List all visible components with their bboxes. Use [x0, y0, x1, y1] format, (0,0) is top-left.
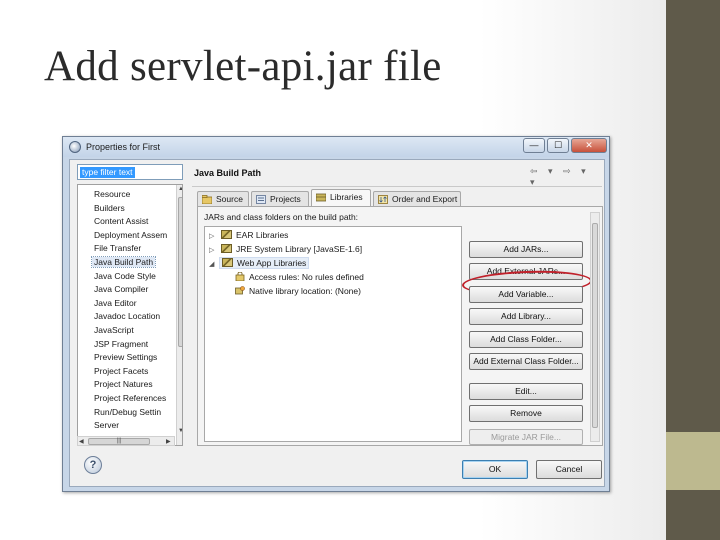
sidebar-item[interactable]: Java Compiler	[94, 284, 148, 294]
sidebar-item[interactable]: Java Build Path	[90, 256, 157, 268]
dialog-client-area: type filter text ▲ ▼ Resource Builders Con…	[69, 159, 605, 487]
collapse-icon[interactable]: ◢	[209, 260, 214, 268]
nav-vertical-scrollbar[interactable]: ▲ ▼	[176, 185, 182, 445]
cancel-button[interactable]: Cancel	[536, 460, 602, 479]
sidebar-item[interactable]: Run/Debug Settin	[94, 407, 161, 417]
sidebar-item[interactable]: Builders	[94, 203, 125, 213]
ok-button[interactable]: OK	[462, 460, 528, 479]
sidebar-item[interactable]: Resource	[94, 189, 130, 199]
dialog-titlebar[interactable]: Properties for First — ☐ ✕	[63, 137, 609, 157]
library-child-label: Access rules: No rules defined	[249, 272, 364, 282]
filter-placeholder: type filter text	[80, 167, 135, 178]
scroll-left-arrow-icon[interactable]: ◀	[79, 438, 84, 445]
tab-order-and-export[interactable]: Order and Export	[373, 191, 461, 207]
panel-vertical-scrollbar[interactable]	[590, 212, 600, 442]
slide-side-bar-accent	[666, 432, 720, 490]
library-icon	[221, 230, 232, 239]
scroll-up-arrow-icon[interactable]: ▲	[178, 186, 182, 192]
sidebar-item[interactable]: Server	[94, 420, 119, 430]
sidebar-item[interactable]: JavaScript	[94, 325, 134, 335]
order-export-icon	[378, 195, 388, 204]
projects-icon	[256, 195, 266, 204]
scroll-down-arrow-icon[interactable]: ▼	[178, 428, 182, 434]
properties-dialog: Properties for First — ☐ ✕ type filter t…	[62, 136, 610, 492]
sidebar-item[interactable]: Java Editor	[94, 298, 137, 308]
sidebar-item[interactable]: Content Assist	[94, 216, 148, 226]
header-separator	[192, 186, 602, 187]
expand-icon[interactable]: ▷	[209, 246, 214, 254]
edit-button[interactable]: Edit...	[469, 383, 583, 400]
minimize-button[interactable]: —	[523, 138, 545, 153]
tab-label: Source	[216, 194, 243, 204]
tab-label: Libraries	[330, 192, 363, 202]
migrate-jar-file-button[interactable]: Migrate JAR File...	[469, 429, 583, 445]
expand-icon[interactable]: ▷	[209, 232, 214, 240]
sidebar-item[interactable]: JSP Fragment	[94, 339, 148, 349]
tab-libraries[interactable]: Libraries	[311, 189, 371, 207]
source-folder-icon	[202, 195, 212, 204]
maximize-button[interactable]: ☐	[547, 138, 569, 153]
filter-input[interactable]: type filter text	[77, 164, 183, 180]
dialog-title: Properties for First	[86, 142, 161, 152]
add-library-button[interactable]: Add Library...	[469, 308, 583, 325]
sidebar-item[interactable]: Java Code Style	[94, 271, 156, 281]
library-child-label: Native library location: (None)	[249, 286, 361, 296]
list-item[interactable]: EAR Libraries	[221, 230, 288, 240]
add-jars-button[interactable]: Add JARs...	[469, 241, 583, 258]
nav-scroll-thumb[interactable]	[178, 197, 182, 347]
libraries-tab-panel: JARs and class folders on the build path…	[197, 206, 603, 446]
slide-title: Add servlet-api.jar file	[44, 43, 442, 90]
page-title: Java Build Path	[194, 168, 262, 178]
sidebar-item[interactable]: Project Natures	[94, 379, 153, 389]
slide-side-bar-bottom	[666, 490, 720, 540]
sidebar-item[interactable]: Javadoc Location	[94, 311, 160, 321]
sidebar-item[interactable]: Deployment Assem	[94, 230, 167, 240]
panel-scroll-thumb[interactable]	[592, 223, 598, 428]
list-item[interactable]: Access rules: No rules defined	[235, 272, 364, 282]
panel-label: JARs and class folders on the build path…	[204, 212, 359, 222]
access-rules-icon	[235, 272, 245, 281]
sidebar-item[interactable]: Preview Settings	[94, 352, 157, 362]
close-button[interactable]: ✕	[571, 138, 607, 153]
nav-horizontal-scrollbar[interactable]: ◀ ||| ▶	[77, 436, 175, 446]
library-icon	[221, 244, 232, 253]
nav-hscroll-thumb[interactable]: |||	[88, 438, 150, 445]
page-navigation-arrows[interactable]: ⇦ ▾ ⇨ ▾ ▾	[530, 166, 604, 188]
add-external-class-folder-button[interactable]: Add External Class Folder...	[469, 353, 583, 370]
sidebar-item[interactable]: Project Facets	[94, 366, 148, 376]
slide-side-bar-top	[666, 0, 720, 432]
tab-source[interactable]: Source	[197, 191, 249, 207]
library-icon	[316, 193, 326, 202]
add-variable-button[interactable]: Add Variable...	[469, 286, 583, 303]
tab-label: Projects	[270, 194, 301, 204]
sidebar-item[interactable]: File Transfer	[94, 243, 141, 253]
list-item[interactable]: Web App Libraries	[219, 257, 310, 269]
library-label: EAR Libraries	[236, 230, 289, 240]
library-label: Web App Libraries	[237, 258, 307, 268]
tab-label: Order and Export	[392, 194, 458, 204]
native-library-icon	[235, 286, 245, 295]
sidebar-item[interactable]: Project References	[94, 393, 166, 403]
add-class-folder-button[interactable]: Add Class Folder...	[469, 331, 583, 348]
build-path-list[interactable]: ▷ EAR Libraries ▷ JRE System Library [Ja…	[204, 226, 462, 442]
scroll-right-arrow-icon[interactable]: ▶	[166, 438, 171, 445]
remove-button[interactable]: Remove	[469, 405, 583, 422]
tab-projects[interactable]: Projects	[251, 191, 309, 207]
library-label: JRE System Library [JavaSE-1.6]	[236, 244, 363, 254]
library-icon	[222, 258, 233, 267]
properties-nav-tree[interactable]: ▲ ▼ Resource Builders Content Assist Deploy…	[77, 184, 183, 446]
list-item[interactable]: Native library location: (None)	[235, 286, 361, 296]
help-icon[interactable]: ?	[84, 456, 102, 474]
list-item[interactable]: JRE System Library [JavaSE-1.6]	[221, 244, 362, 254]
eclipse-icon	[69, 141, 81, 153]
